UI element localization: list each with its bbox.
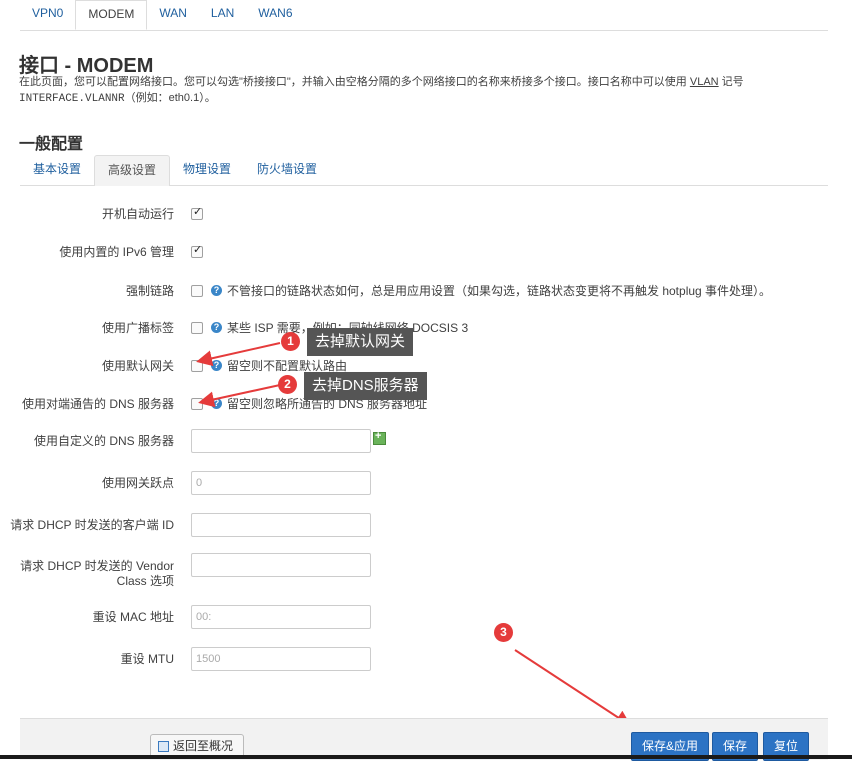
- ipv6-label: 使用内置的 IPv6 管理: [59, 245, 174, 259]
- help-icon: ?: [211, 360, 222, 371]
- row-mac: 重设 MAC 地址: [0, 605, 852, 629]
- tab-wan6[interactable]: WAN6: [246, 0, 304, 26]
- mtu-input[interactable]: 1500: [191, 647, 371, 671]
- broadcast-label: 使用广播标签: [101, 321, 174, 335]
- tab-basic[interactable]: 基本设置: [20, 155, 94, 185]
- tab-wan[interactable]: WAN: [147, 0, 199, 26]
- vlan-abbr: VLAN: [689, 76, 719, 88]
- tab-advanced[interactable]: 高级设置: [94, 155, 171, 186]
- annotation-callout-1: 去掉默认网关: [307, 328, 414, 356]
- row-force-link: 强制链路 ? 不管接口的链路状态如何，总是用应用设置（如果勾选，链路状态变更将不…: [0, 279, 852, 303]
- broadcast-checkbox[interactable]: [191, 322, 203, 334]
- force-link-label: 强制链路: [125, 284, 174, 298]
- metric-input[interactable]: 0: [191, 471, 371, 495]
- metric-label: 使用网关跃点: [101, 476, 174, 490]
- mac-label: 重设 MAC 地址: [92, 610, 174, 624]
- interface-tabs: VPN0 MODEM WAN LAN WAN6: [20, 0, 828, 31]
- annotation-badge-1: 1: [281, 332, 300, 351]
- row-client-id: 请求 DHCP 时发送的客户端 ID: [0, 513, 852, 537]
- ipv6-checkbox[interactable]: [191, 243, 203, 258]
- row-vendor-class: 请求 DHCP 时发送的 Vendor Class 选项: [0, 558, 852, 590]
- vendor-class-label-line1: 请求 DHCP 时发送的 Vendor: [20, 559, 174, 573]
- section-title: 一般配置: [19, 136, 84, 153]
- add-dns-icon[interactable]: [373, 430, 386, 445]
- row-mtu: 重设 MTU: [0, 647, 852, 671]
- mac-input[interactable]: 00:: [191, 605, 371, 629]
- tab-modem[interactable]: MODEM: [75, 0, 148, 30]
- description-text-end: 记号: [718, 76, 744, 88]
- client-id-label: 请求 DHCP 时发送的客户端 ID: [10, 518, 174, 532]
- vendor-class-label-line2: Class 选项: [116, 574, 174, 588]
- row-custom-dns: 使用自定义的 DNS 服务器: [0, 429, 852, 453]
- tab-vpn0[interactable]: VPN0: [20, 0, 75, 26]
- autostart-label: 开机自动运行: [101, 207, 174, 221]
- settings-tabs: 基本设置 高级设置 物理设置 防火墙设置: [20, 155, 828, 186]
- tab-physical[interactable]: 物理设置: [170, 155, 244, 185]
- client-id-input[interactable]: [191, 513, 371, 537]
- tab-lan[interactable]: LAN: [199, 0, 246, 26]
- default-gateway-label: 使用默认网关: [101, 359, 174, 373]
- autostart-checkbox[interactable]: [191, 205, 203, 220]
- custom-dns-input[interactable]: [191, 429, 371, 453]
- default-gateway-checkbox[interactable]: [191, 360, 203, 372]
- description-example: （例如：eth0.1）。: [124, 92, 216, 104]
- force-link-checkbox[interactable]: [191, 285, 203, 297]
- tab-firewall[interactable]: 防火墙设置: [244, 155, 330, 185]
- mtu-label: 重设 MTU: [120, 652, 174, 666]
- help-icon: ?: [211, 322, 222, 333]
- window-bottom-edge: [0, 755, 852, 759]
- annotation-callout-2: 去掉DNS服务器: [304, 372, 427, 400]
- annotation-badge-2: 2: [278, 375, 297, 394]
- row-metric: 使用网关跃点: [0, 471, 852, 495]
- row-broadcast: 使用广播标签 ? 某些 ISP 需要，例如：同轴线网络 DOCSIS 3: [0, 316, 852, 340]
- custom-dns-label: 使用自定义的 DNS 服务器: [33, 434, 174, 448]
- row-ipv6: 使用内置的 IPv6 管理: [0, 240, 852, 264]
- description-text: 在此页面，您可以配置网络接口。您可以勾选"桥接接口"，并输入由空格分隔的多个网络…: [19, 76, 690, 88]
- description-code: INTERFACE.VLANNR: [19, 93, 125, 105]
- row-autostart: 开机自动运行: [0, 202, 852, 226]
- annotation-badge-3: 3: [494, 623, 513, 642]
- peer-dns-label: 使用对端通告的 DNS 服务器: [21, 397, 174, 411]
- peer-dns-checkbox[interactable]: [191, 398, 203, 410]
- help-icon: ?: [211, 398, 222, 409]
- vendor-class-label: 请求 DHCP 时发送的 Vendor Class 选项: [14, 559, 174, 589]
- page-description: 在此页面，您可以配置网络接口。您可以勾选"桥接接口"，并输入由空格分隔的多个网络…: [19, 74, 829, 107]
- vendor-class-input[interactable]: [191, 553, 371, 577]
- force-link-help: 不管接口的链路状态如何，总是用应用设置（如果勾选，链路状态变更将不再触发 hot…: [227, 284, 772, 298]
- help-icon: ?: [211, 285, 222, 296]
